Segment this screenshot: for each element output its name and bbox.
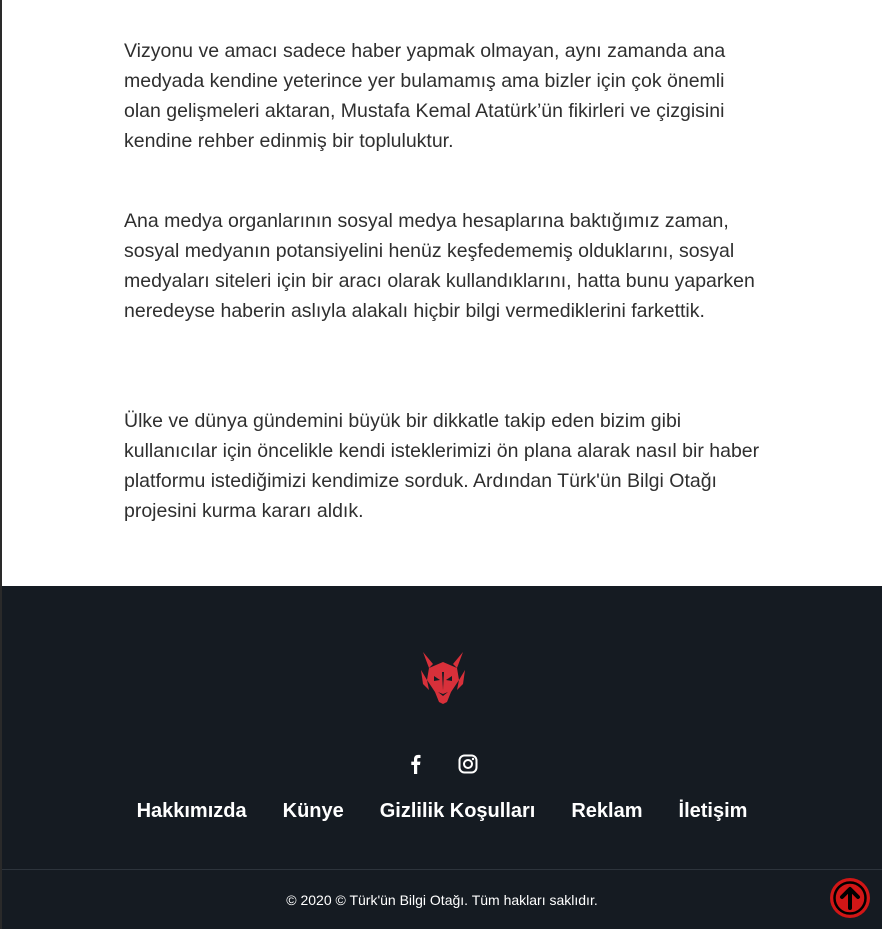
nav-link-imprint[interactable]: Künye (283, 800, 344, 823)
nav-link-about[interactable]: Hakkımızda (137, 800, 247, 823)
wolf-head-logo[interactable] (419, 650, 467, 704)
scroll-to-top-button[interactable] (830, 878, 870, 918)
nav-link-contact[interactable]: İletişim (679, 800, 748, 823)
site-footer: Hakkımızda Künye Gizlilik Koşulları Rekl… (2, 586, 882, 929)
nav-link-privacy[interactable]: Gizlilik Koşulları (380, 800, 536, 823)
facebook-icon[interactable] (406, 754, 426, 774)
article-paragraph: Vizyonu ve amacı sadece haber yapmak olm… (124, 40, 726, 152)
footer-divider (2, 869, 882, 870)
article-paragraph: Ülke ve dünya gündemini büyük bir dikkat… (124, 410, 760, 522)
social-links (2, 754, 882, 774)
footer-nav: Hakkımızda Künye Gizlilik Koşulları Rekl… (2, 800, 882, 823)
about-article: Vizyonu ve amacı sadece haber yapmak olm… (2, 0, 882, 586)
copyright-text: © 2020 © Türk'ün Bilgi Otağı. Tüm haklar… (286, 892, 598, 908)
article-paragraph: Ana medya organlarının sosyal medya hesa… (124, 210, 755, 322)
nav-link-advertising[interactable]: Reklam (571, 800, 642, 823)
instagram-icon[interactable] (458, 754, 478, 774)
arrow-up-icon (833, 881, 867, 915)
